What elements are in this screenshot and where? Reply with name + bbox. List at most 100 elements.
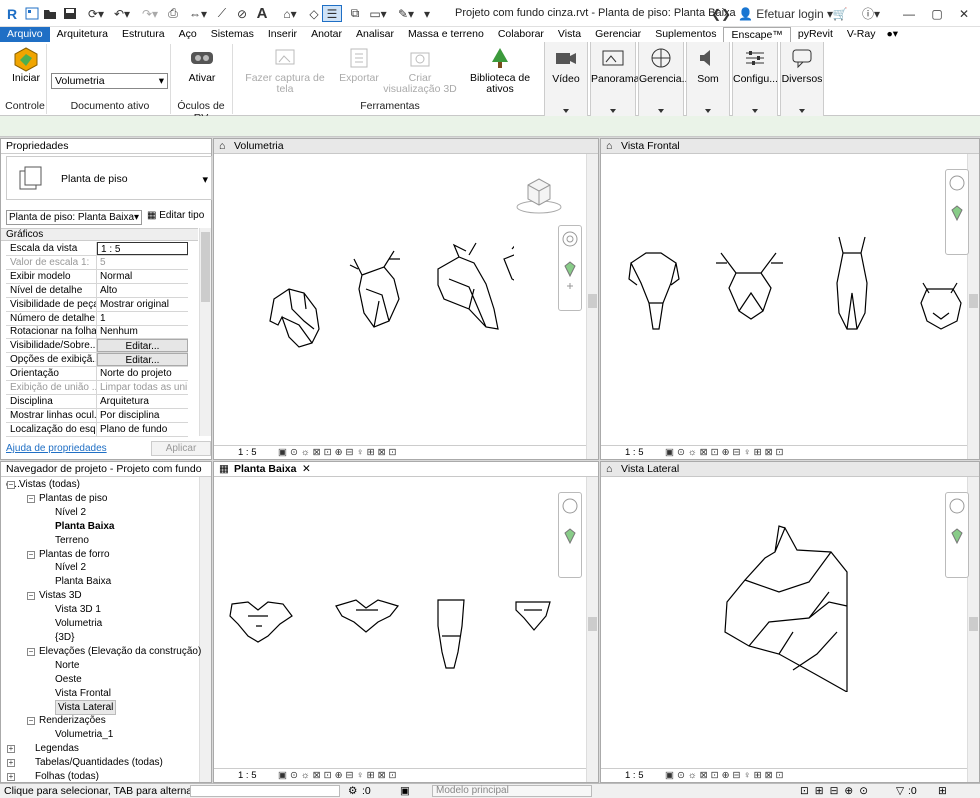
design-options-icon[interactable]: ▣ [400,784,410,798]
tree-expander-icon[interactable]: − [27,647,35,656]
tree-node[interactable]: Vista Frontal [55,687,111,700]
tree-expander-icon[interactable]: − [27,592,35,601]
captura-button[interactable]: Fazer captura de tela [240,46,330,95]
navigation-bar[interactable] [558,225,582,311]
tab-arquitetura[interactable]: Arquitetura [50,27,115,42]
tab-vista[interactable]: Vista [551,27,588,42]
scroll-thumb[interactable] [201,232,210,302]
edit-button[interactable]: Editar... [97,353,188,367]
tab-inserir[interactable]: Inserir [261,27,304,42]
undo-icon[interactable]: ↶▾ [110,5,134,22]
tab-sistemas[interactable]: Sistemas [204,27,261,42]
view-scale[interactable]: 1 : 5 [238,447,257,458]
property-value[interactable]: Nenhum [97,325,188,338]
type-selector[interactable]: Planta de piso ▾ [6,156,212,200]
tree-node[interactable]: Planta Baixa [55,520,114,533]
tree-node[interactable]: Plantas de forro [39,548,110,561]
iniciar-button[interactable]: Iniciar [6,46,46,84]
section-icon[interactable]: ◇ [306,5,322,22]
ativar-button[interactable]: Ativar [180,46,224,84]
login-button[interactable]: 👤 Efetuar login ▾ [738,5,838,22]
view-scrollbar[interactable] [586,477,598,782]
tree-node[interactable]: Plantas de piso [39,492,107,505]
property-row[interactable]: Nível de detalhe Alto [6,283,188,298]
sync-status-icon[interactable]: ⊞ [938,784,947,798]
property-value[interactable]: Normal [97,270,188,283]
workset-field[interactable] [190,785,340,797]
tree-node[interactable]: {3D} [55,631,74,644]
property-value[interactable]: 5 [97,256,188,269]
tab-anotar[interactable]: Anotar [304,27,349,42]
panorama-button[interactable]: Panorama [590,42,639,116]
view-scale[interactable]: 1 : 5 [625,447,644,458]
view-planta-baixa[interactable]: ▦ Planta Baixa ✕ 1 : 5 ▣⊙☼⊠⊡⊕⊟♀⊞⊠⊡ [213,461,599,783]
text-icon[interactable]: A [254,5,270,22]
property-row[interactable]: Disciplina Arquitetura [6,394,188,409]
property-value[interactable]: Norte do projeto [97,367,188,380]
maximize-icon[interactable]: ▢ [928,5,946,22]
scroll-thumb[interactable] [588,617,597,631]
exportar-button[interactable]: Exportar [336,46,382,84]
som-button[interactable]: Som [686,42,730,116]
property-value[interactable]: 1 : 5 [97,242,188,255]
property-row[interactable]: Exibir modelo Normal [6,269,188,284]
property-value[interactable]: Arquitetura [97,395,188,408]
tree-expander-icon[interactable]: − [7,481,15,489]
property-value[interactable]: Limpar todas as uni... [97,381,188,394]
property-row[interactable]: Valor de escala 1: 5 [6,255,188,270]
close-hidden-icon[interactable]: ⧉ [346,5,364,22]
tree-expander-icon[interactable]: + [7,759,15,767]
tab-enscape[interactable]: Enscape™ [723,27,791,43]
redo-icon[interactable]: ↷▾ [138,5,162,22]
tab-estrutura[interactable]: Estrutura [115,27,172,42]
tab-massa-terreno[interactable]: Massa e terreno [401,27,491,42]
dimension-icon[interactable]: ⟋ [214,5,230,22]
switch-windows-icon[interactable]: ▭▾ [366,5,390,22]
minimize-icon[interactable]: — [900,5,918,22]
tree-expander-icon[interactable]: − [27,550,35,559]
property-row[interactable]: Orientação Norte do projeto [6,367,188,382]
property-value[interactable]: Alto [97,284,188,297]
close-icon[interactable]: ✕ [302,462,311,477]
tree-node[interactable]: Elevações (Elevação da construção) [39,645,201,658]
scroll-thumb[interactable] [588,294,597,308]
tree-node[interactable]: Vistas 3D [39,589,82,602]
tree-node[interactable]: Tabelas/Quantidades (todas) [35,756,163,769]
instance-select[interactable]: Planta de piso: Planta Baixa ▾ [6,210,142,225]
tree-expander-icon[interactable]: − [27,717,35,726]
property-row[interactable]: Visibilidade/Sobre... Editar... [6,339,188,354]
view-scrollbar[interactable] [586,154,598,459]
tree-node[interactable]: Vista 3D 1 [55,603,101,616]
save-icon[interactable] [62,5,78,22]
navigation-bar[interactable] [945,492,969,578]
property-value[interactable]: Plano de fundo [97,423,188,436]
tab-suplementos[interactable]: Suplementos [648,27,723,42]
viewcube-icon[interactable] [514,173,564,217]
property-value[interactable]: Mostrar original [97,298,188,311]
measure-icon[interactable]: ⇔▾ [186,5,210,22]
configuracoes-button[interactable]: Configu... [732,42,778,116]
model-select[interactable]: Modelo principal [432,785,592,797]
properties-help-link[interactable]: Ajuda de propriedades [6,443,107,454]
tree-node[interactable]: Legendas [35,742,79,755]
tree-node[interactable]: Nível 2 [55,561,86,574]
tree-node[interactable]: Oeste [55,673,82,686]
property-row[interactable]: Escala da vista 1 : 5 [6,242,188,256]
thin-lines-icon[interactable]: ☰ [322,5,342,22]
tab-colaborar[interactable]: Colaborar [491,27,551,42]
view-controls-icon[interactable]: ▣⊙☼⊠⊡⊕⊟♀⊞⊠⊡ [665,446,787,459]
edit-button[interactable]: Editar... [97,339,188,353]
revit-logo[interactable]: R [3,5,21,22]
property-row[interactable]: Rotacionar na folha Nenhum [6,325,188,340]
diversos-button[interactable]: Diversos [780,42,824,116]
tree-node[interactable]: Vista Lateral [55,700,117,716]
navigation-bar[interactable] [558,492,582,578]
property-row[interactable]: Número de detalhe 1 [6,311,188,326]
edit-type-button[interactable]: ▦ Editar tipo [147,210,204,221]
tab-analisar[interactable]: Analisar [349,27,401,42]
view-scale[interactable]: 1 : 5 [625,770,644,781]
active-document-select[interactable]: Volumetria ▾ [51,73,168,89]
cart-icon[interactable]: 🛒 [832,5,848,22]
selection-filter-icon[interactable]: ⊡⊞⊟⊕⊙ [800,784,874,798]
property-row[interactable]: Mostrar linhas ocul... Por disciplina [6,408,188,423]
